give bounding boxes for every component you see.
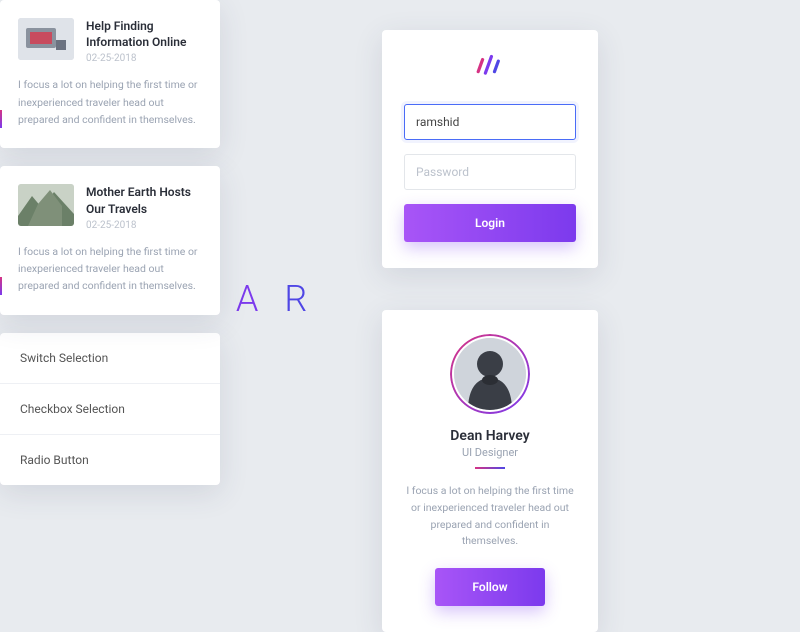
accent-marker	[0, 110, 2, 128]
profile-name: Dean Harvey	[404, 428, 576, 444]
setting-checkbox[interactable]: Checkbox Selection	[0, 384, 220, 435]
feed-body: I focus a lot on helping the first time …	[18, 243, 202, 295]
setting-radio[interactable]: Radio Button	[0, 435, 220, 485]
follow-button[interactable]: Follow	[435, 568, 545, 606]
feed-title: Help Finding Information Online	[86, 18, 202, 50]
feed-item[interactable]: Help Finding Information Online 02-25-20…	[0, 0, 220, 148]
setting-switch[interactable]: Switch Selection	[0, 333, 220, 384]
settings-card: Switch Selection Checkbox Selection Radi…	[0, 333, 220, 485]
feed-title: Mother Earth Hosts Our Travels	[86, 184, 202, 216]
feed-body: I focus a lot on helping the first time …	[18, 76, 202, 128]
login-button[interactable]: Login	[404, 204, 576, 242]
feed-thumbnail	[18, 18, 74, 60]
feed-thumbnail	[18, 184, 74, 226]
feed-date: 02-25-2018	[86, 220, 202, 231]
accent-divider	[475, 467, 505, 469]
feed-column: Help Finding Information Online 02-25-20…	[0, 0, 220, 315]
username-input[interactable]	[404, 104, 576, 140]
profile-role: UI Designer	[404, 446, 576, 459]
login-card: Login	[382, 30, 598, 268]
feed-date: 02-25-2018	[86, 53, 202, 64]
accent-marker	[0, 277, 2, 295]
feed-item[interactable]: Mother Earth Hosts Our Travels 02-25-201…	[0, 166, 220, 314]
logo-icon	[404, 54, 576, 82]
avatar	[450, 334, 530, 414]
profile-bio: I focus a lot on helping the first time …	[404, 483, 576, 550]
profile-card: Dean Harvey UI Designer I focus a lot on…	[382, 310, 598, 632]
password-input[interactable]	[404, 154, 576, 190]
